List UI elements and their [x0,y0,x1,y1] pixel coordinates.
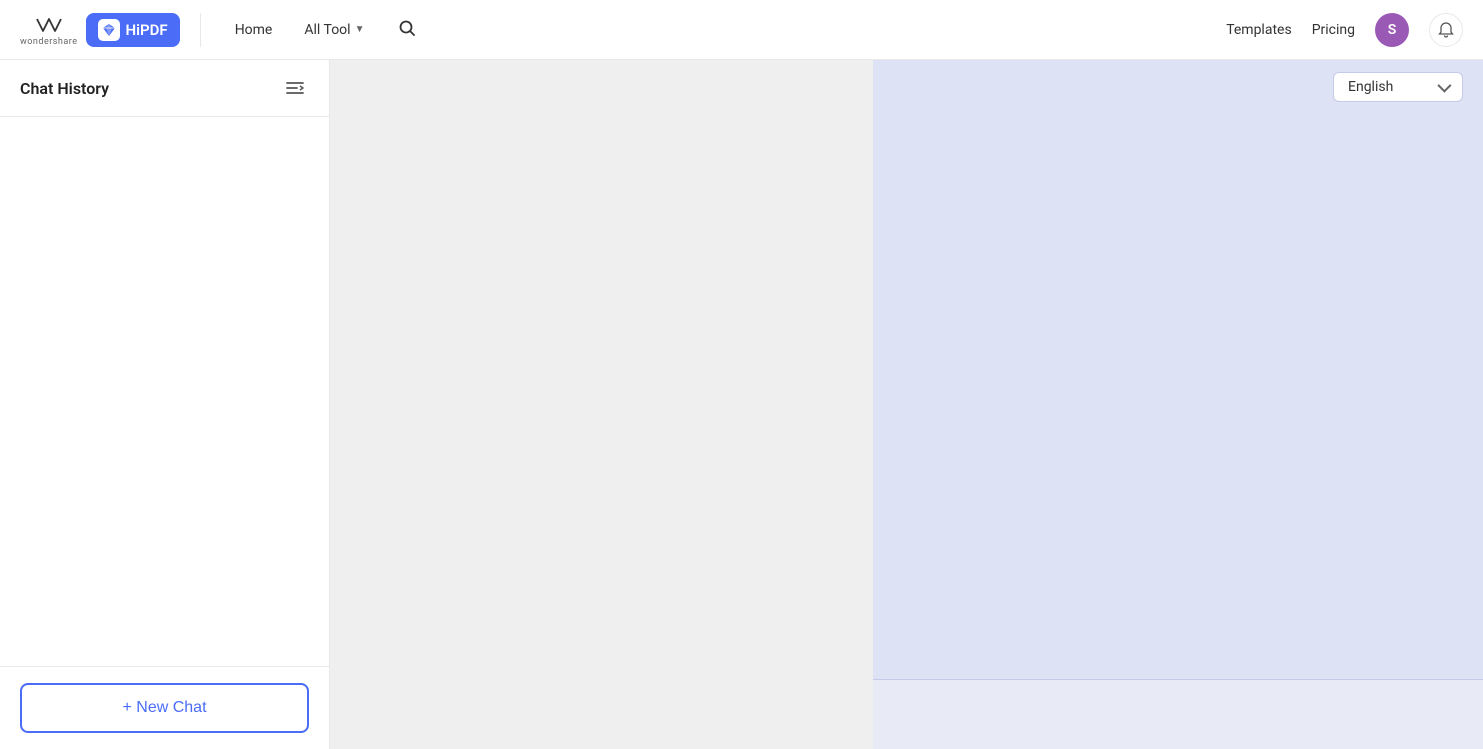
hipdf-label: HiPDF [126,21,168,39]
search-button[interactable] [390,11,424,49]
nav-pricing[interactable]: Pricing [1312,22,1355,38]
nav-templates[interactable]: Templates [1226,22,1292,38]
collapse-sidebar-button[interactable] [281,76,309,100]
nav-home[interactable]: Home [221,14,287,46]
notification-bell-button[interactable] [1429,13,1463,47]
right-panel: English [873,60,1483,749]
nav-all-tool[interactable]: All Tool ▼ [290,14,378,46]
right-panel-input-area [873,679,1483,749]
chat-history-list [0,117,329,666]
right-panel-header: English [873,60,1483,114]
navbar-right: Templates Pricing S [1226,13,1463,47]
sidebar-footer: + New Chat [0,666,329,749]
collapse-icon [285,80,305,96]
chat-history-title: Chat History [20,79,109,98]
navbar-links: Home All Tool ▼ [221,11,1227,49]
hipdf-badge[interactable]: HiPDF [86,13,180,47]
sidebar: Chat History + New Chat [0,60,330,749]
center-panel [330,60,873,749]
right-panel-body [873,114,1483,679]
wondershare-logo-icon [31,13,67,37]
sidebar-header: Chat History [0,60,329,117]
bell-icon [1438,22,1454,38]
language-selector[interactable]: English [1333,72,1463,102]
hipdf-badge-icon [98,19,120,41]
all-tool-chevron-icon: ▼ [355,24,365,35]
language-value: English [1348,79,1393,95]
new-chat-button[interactable]: + New Chat [20,683,309,733]
brand-area: wondershare HiPDF [20,13,201,47]
language-chevron-icon [1437,79,1451,93]
search-icon [398,19,416,37]
wondershare-logo: wondershare [20,13,78,47]
user-avatar[interactable]: S [1375,13,1409,47]
navbar: wondershare HiPDF Home All Tool ▼ [0,0,1483,60]
main-content: Chat History + New Chat English [0,60,1483,749]
hipdf-diamond-icon [102,23,116,37]
wondershare-text: wondershare [20,37,78,47]
